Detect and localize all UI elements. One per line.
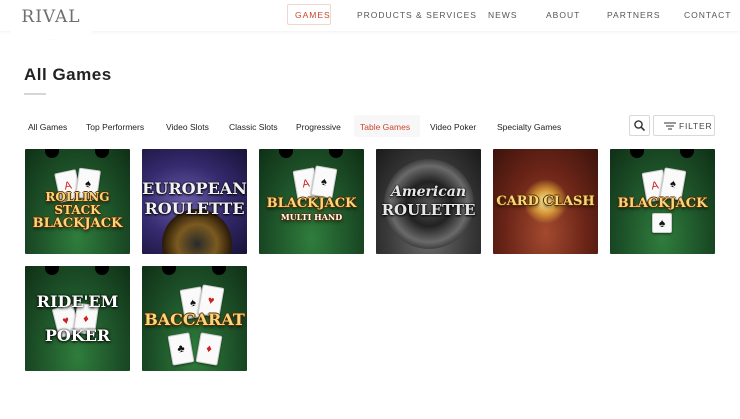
game-tile-baccarat[interactable]: ♠ ♥ ♣ ♦ BACCARAT xyxy=(142,266,247,371)
search-icon xyxy=(634,120,645,131)
game-tile-european-roulette[interactable]: EUROPEAN ROULETTE xyxy=(142,149,247,254)
tab-video-slots[interactable]: Video Slots xyxy=(166,122,209,132)
nav-item-games[interactable]: GAMES xyxy=(295,10,331,20)
game-title-line-2: ROULETTE xyxy=(144,199,245,218)
game-title-line-1: ROLLING xyxy=(45,190,110,204)
game-tile-american-roulette[interactable]: American ROULETTE xyxy=(376,149,481,254)
spade-badge-decoration: ♠ xyxy=(652,213,672,233)
game-title-line-2: MULTI HAND xyxy=(280,212,343,222)
game-title-line-1: BACCARAT xyxy=(144,310,245,329)
card-decoration: ♠ xyxy=(310,165,338,199)
tab-all-games[interactable]: All Games xyxy=(28,122,67,132)
tab-specialty-games[interactable]: Specialty Games xyxy=(497,122,561,132)
lamp-decoration xyxy=(162,266,176,275)
game-title-line-2: ROULETTE xyxy=(381,201,476,219)
game-title-line-2: POKER xyxy=(44,326,111,345)
logo[interactable]: RIVAL xyxy=(10,0,92,40)
game-tile-ride-em-poker[interactable]: ♥ ♦ RIDE'EM POKER xyxy=(25,266,130,371)
filter-lines-icon xyxy=(664,122,676,130)
nav-item-partners[interactable]: PARTNERS xyxy=(607,10,661,20)
game-title-line-2: STACK xyxy=(54,203,101,217)
nav-item-products-services[interactable]: PRODUCTS & SERVICES xyxy=(357,10,477,20)
game-title-line-1: American xyxy=(390,184,467,200)
game-tile-card-clash[interactable]: CARD CLASH xyxy=(493,149,598,254)
search-button[interactable] xyxy=(629,115,650,136)
lamp-decoration xyxy=(630,149,644,158)
game-title-line-1: BLACKJACK xyxy=(266,196,357,211)
page-title: All Games xyxy=(24,65,112,84)
nav-item-news[interactable]: NEWS xyxy=(488,10,518,20)
logo-text: RIVAL xyxy=(21,7,81,27)
lamp-decoration xyxy=(45,266,59,275)
lamp-decoration xyxy=(212,266,226,275)
filter-button[interactable]: FILTER xyxy=(653,115,715,136)
tab-classic-slots[interactable]: Classic Slots xyxy=(229,122,278,132)
game-tile-rolling-stack-blackjack[interactable]: A ♠ ROLLING STACK BLACKJACK xyxy=(25,149,130,254)
game-tile-blackjack[interactable]: A ♠ BLACKJACK ♠ xyxy=(610,149,715,254)
tab-top-performers[interactable]: Top Performers xyxy=(86,122,144,132)
card-decoration: ♦ xyxy=(195,332,223,366)
lamp-decoration xyxy=(279,149,293,158)
tab-progressive[interactable]: Progressive xyxy=(296,122,341,132)
game-title-line-1: EUROPEAN xyxy=(142,179,247,198)
game-title-line-1: RIDE'EM xyxy=(36,292,119,311)
nav-item-about[interactable]: ABOUT xyxy=(546,10,580,20)
tab-table-games[interactable]: Table Games xyxy=(360,122,410,132)
game-title-line-1: BLACKJACK xyxy=(617,196,708,211)
filter-label: FILTER xyxy=(679,121,713,131)
game-tile-blackjack-multi-hand[interactable]: A ♠ BLACKJACK MULTI HAND xyxy=(259,149,364,254)
game-title-line-1: CARD CLASH xyxy=(496,194,595,209)
card-decoration: ♣ xyxy=(167,332,195,366)
lamp-decoration xyxy=(680,149,694,158)
title-underline xyxy=(24,93,46,95)
lamp-decoration xyxy=(95,266,109,275)
site-header: RIVAL GAMES PRODUCTS & SERVICES NEWS ABO… xyxy=(0,0,740,40)
lamp-decoration xyxy=(45,149,59,158)
tab-video-poker[interactable]: Video Poker xyxy=(430,122,476,132)
lamp-decoration xyxy=(329,149,343,158)
game-title-line-3: BLACKJACK xyxy=(32,216,123,231)
lamp-decoration xyxy=(95,149,109,158)
nav-item-contact[interactable]: CONTACT xyxy=(684,10,731,20)
